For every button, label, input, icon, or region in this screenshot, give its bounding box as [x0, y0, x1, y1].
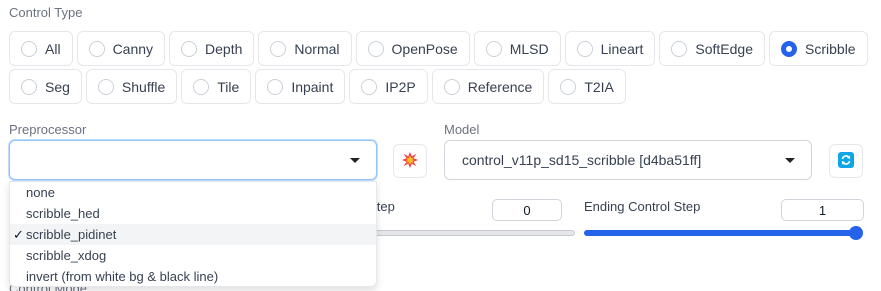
control-type-option-all[interactable]: All [9, 31, 73, 66]
preprocessor-option[interactable]: scribble_hed [10, 203, 376, 224]
preprocessor-option[interactable]: ✓ scribble_pidinet [10, 224, 376, 245]
radio-icon [193, 78, 210, 95]
control-type-option-ip2p[interactable]: IP2P [349, 69, 428, 104]
run-preprocessor-button[interactable] [393, 144, 427, 178]
preprocessor-option[interactable]: invert (from white bg & black line) [10, 266, 376, 287]
control-type-option-t2ia[interactable]: T2IA [548, 69, 626, 104]
preprocessor-dropdown-list: none scribble_hed ✓ scribble_pidinet scribbl… [9, 181, 377, 287]
preprocessor-option-label: invert (from white bg & black line) [26, 269, 219, 284]
preprocessor-option[interactable]: scribble_xdog [10, 245, 376, 266]
control-type-option-label: Tile [217, 78, 240, 95]
ending-step-slider-thumb[interactable] [849, 226, 863, 240]
control-type-option-normal[interactable]: Normal [258, 31, 352, 66]
control-type-option-label: MLSD [509, 40, 549, 57]
control-type-option-openpose[interactable]: OpenPose [355, 31, 470, 66]
control-type-option-label: All [45, 40, 61, 57]
control-type-option-label: IP2P [385, 78, 416, 95]
chevron-down-icon [350, 158, 360, 163]
control-type-option-label: Shuffle [121, 78, 166, 95]
chevron-down-icon [785, 158, 795, 163]
radio-icon [267, 78, 284, 95]
preprocessor-option-label: scribble_hed [26, 206, 100, 221]
control-type-option-softedge[interactable]: SoftEdge [659, 31, 766, 66]
control-type-option-label: OpenPose [391, 40, 458, 57]
preprocessor-label: Preprocessor [9, 122, 87, 137]
control-type-row-2: Seg Shuffle Tile Inpaint IP2P Reference T2IA [9, 69, 626, 104]
model-select[interactable]: control_v11p_sd15_scribble [d4ba51ff] [444, 140, 812, 180]
control-type-option-label: SoftEdge [695, 40, 754, 57]
control-type-option-tile[interactable]: Tile [181, 69, 252, 104]
preprocessor-option-label: scribble_pidinet [26, 227, 117, 242]
model-label: Model [444, 122, 480, 137]
radio-icon [560, 78, 577, 95]
control-type-option-label: Inpaint [291, 78, 334, 95]
radio-icon [781, 40, 798, 57]
radio-icon [21, 78, 37, 95]
ending-step-label: Ending Control Step [584, 199, 701, 214]
radio-icon [88, 40, 105, 57]
ending-step-slider[interactable] [584, 230, 856, 236]
refresh-icon [838, 151, 854, 171]
control-type-option-label: T2IA [584, 78, 614, 95]
control-type-option-lineart[interactable]: Lineart [564, 31, 656, 66]
ending-step-input[interactable]: 1 [781, 199, 864, 221]
control-type-option-depth[interactable]: Depth [169, 31, 255, 66]
control-type-option-canny[interactable]: Canny [76, 31, 166, 66]
control-type-option-shuffle[interactable]: Shuffle [85, 69, 178, 104]
control-type-option-seg[interactable]: Seg [9, 69, 82, 104]
starting-step-input[interactable]: 0 [492, 199, 562, 221]
preprocessor-select[interactable] [9, 140, 377, 180]
preprocessor-option-label: none [26, 185, 55, 200]
model-value: control_v11p_sd15_scribble [d4ba51ff] [462, 152, 702, 168]
control-type-option-reference[interactable]: Reference [431, 69, 545, 104]
control-type-option-label: Lineart [600, 40, 644, 57]
radio-icon [361, 78, 378, 95]
radio-icon [270, 40, 287, 57]
radio-icon [576, 40, 593, 57]
control-type-option-label: Seg [45, 78, 70, 95]
control-type-option-scribble[interactable]: Scribble [769, 31, 868, 66]
radio-icon [367, 40, 384, 57]
control-type-option-label: Canny [112, 40, 154, 57]
radio-icon [181, 40, 198, 57]
control-type-option-label: Normal [294, 40, 340, 57]
control-type-option-inpaint[interactable]: Inpaint [255, 69, 346, 104]
control-type-option-mlsd[interactable]: MLSD [473, 31, 561, 66]
preprocessor-option-label: scribble_xdog [26, 248, 107, 263]
control-type-label: Control Type [9, 5, 83, 20]
radio-icon [485, 40, 502, 57]
radio-icon [97, 78, 114, 95]
radio-icon [671, 40, 688, 57]
explosion-icon [401, 151, 419, 172]
checkmark-icon: ✓ [13, 227, 24, 242]
radio-icon [21, 40, 37, 57]
control-type-option-label: Depth [205, 40, 243, 57]
radio-icon [443, 78, 460, 95]
control-type-row-1: All Canny Depth Normal OpenPose MLSD Lineart So… [9, 31, 868, 66]
control-type-option-label: Scribble [805, 40, 856, 57]
preprocessor-option[interactable]: none [10, 182, 376, 203]
refresh-models-button[interactable] [829, 144, 863, 178]
control-type-option-label: Reference [467, 78, 533, 95]
